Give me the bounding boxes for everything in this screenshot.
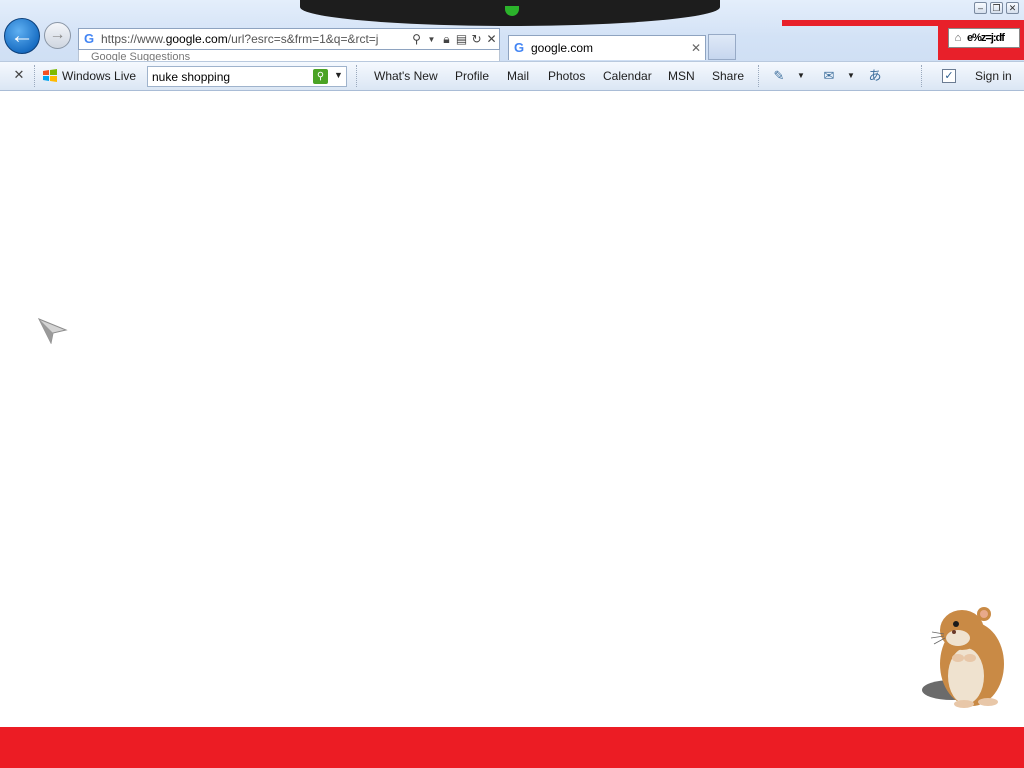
tab-title: google.com (531, 41, 594, 55)
google-favicon-icon: G (514, 40, 525, 55)
dropdown-arrow-icon[interactable]: ▼ (797, 71, 805, 80)
link-whats-new[interactable]: What's New (374, 69, 438, 83)
toolbar-divider (921, 65, 923, 87)
windows-live-toolbar: ✕ Windows Live nuke shopping ⚲ ▼ What's … (0, 61, 1024, 91)
tab-close-icon[interactable]: ✕ (687, 41, 705, 55)
search-options-arrow-icon[interactable]: ▼ (334, 70, 343, 80)
add-favorite-icon[interactable]: ✎ (770, 68, 788, 84)
home-icon[interactable]: ⌂ (949, 32, 967, 44)
url-domain: google.com (165, 32, 228, 46)
stop-icon[interactable]: ✕ (484, 32, 499, 46)
link-share[interactable]: Share (712, 69, 744, 83)
bottom-red-bar (0, 727, 1024, 768)
windows-live-label[interactable]: Windows Live (62, 69, 136, 83)
close-window-button[interactable]: ✕ (1006, 2, 1019, 14)
refresh-icon[interactable]: ↻ (469, 32, 484, 46)
url-path: /url?esrc=s&frm=1&q=&rct=j (227, 32, 379, 46)
url-prefix: https://www. (101, 32, 166, 46)
link-msn[interactable]: MSN (668, 69, 695, 83)
cursor-icon (38, 318, 68, 344)
address-bar[interactable]: G https://www.google.com/url?esrc=s&frm=… (78, 28, 500, 50)
lock-icon[interactable]: 🔒︎ (439, 32, 454, 47)
restore-button[interactable]: ❐ (990, 2, 1003, 14)
minimize-button[interactable]: – (974, 2, 987, 14)
mail-icon[interactable]: ✉ (820, 68, 838, 84)
dropdown-arrow-icon[interactable]: ▼ (847, 71, 855, 80)
toolbar-close-icon[interactable]: ✕ (12, 68, 26, 82)
link-mail[interactable]: Mail (507, 69, 529, 83)
garbled-text: e%z=j:df (967, 32, 1005, 44)
forward-button[interactable]: → (44, 22, 71, 49)
search-go-icon[interactable]: ⚲ (313, 69, 328, 84)
search-icon[interactable]: ⚲ (409, 32, 424, 46)
link-profile[interactable]: Profile (455, 69, 489, 83)
translate-icon[interactable]: あ (866, 68, 884, 84)
home-area[interactable]: ⌂ e%z=j:df (948, 28, 1020, 48)
new-tab-button[interactable] (708, 34, 736, 60)
hamster-mascot (922, 607, 1004, 708)
windows-logo-icon[interactable] (42, 69, 58, 83)
sign-in-link[interactable]: Sign in (975, 69, 1012, 83)
dropdown-arrow-icon[interactable]: ▼ (424, 35, 439, 44)
toolbar-divider (356, 65, 358, 87)
link-photos[interactable]: Photos (548, 69, 585, 83)
compatibility-view-icon[interactable]: ▤ (454, 32, 469, 46)
checkbox-icon[interactable]: ✓ (942, 69, 956, 83)
link-calendar[interactable]: Calendar (603, 69, 652, 83)
toolbar-divider (758, 65, 760, 87)
toolbar-search-box[interactable]: nuke shopping ⚲ ▼ (147, 66, 347, 87)
search-input[interactable]: nuke shopping (152, 70, 230, 84)
back-button[interactable]: ← (4, 18, 40, 54)
toolbar-divider (34, 65, 36, 87)
google-favicon-icon: G (84, 31, 95, 46)
address-url[interactable]: https://www.google.com/url?esrc=s&frm=1&… (101, 32, 409, 46)
tab-google[interactable]: G google.com ✕ (508, 35, 706, 60)
